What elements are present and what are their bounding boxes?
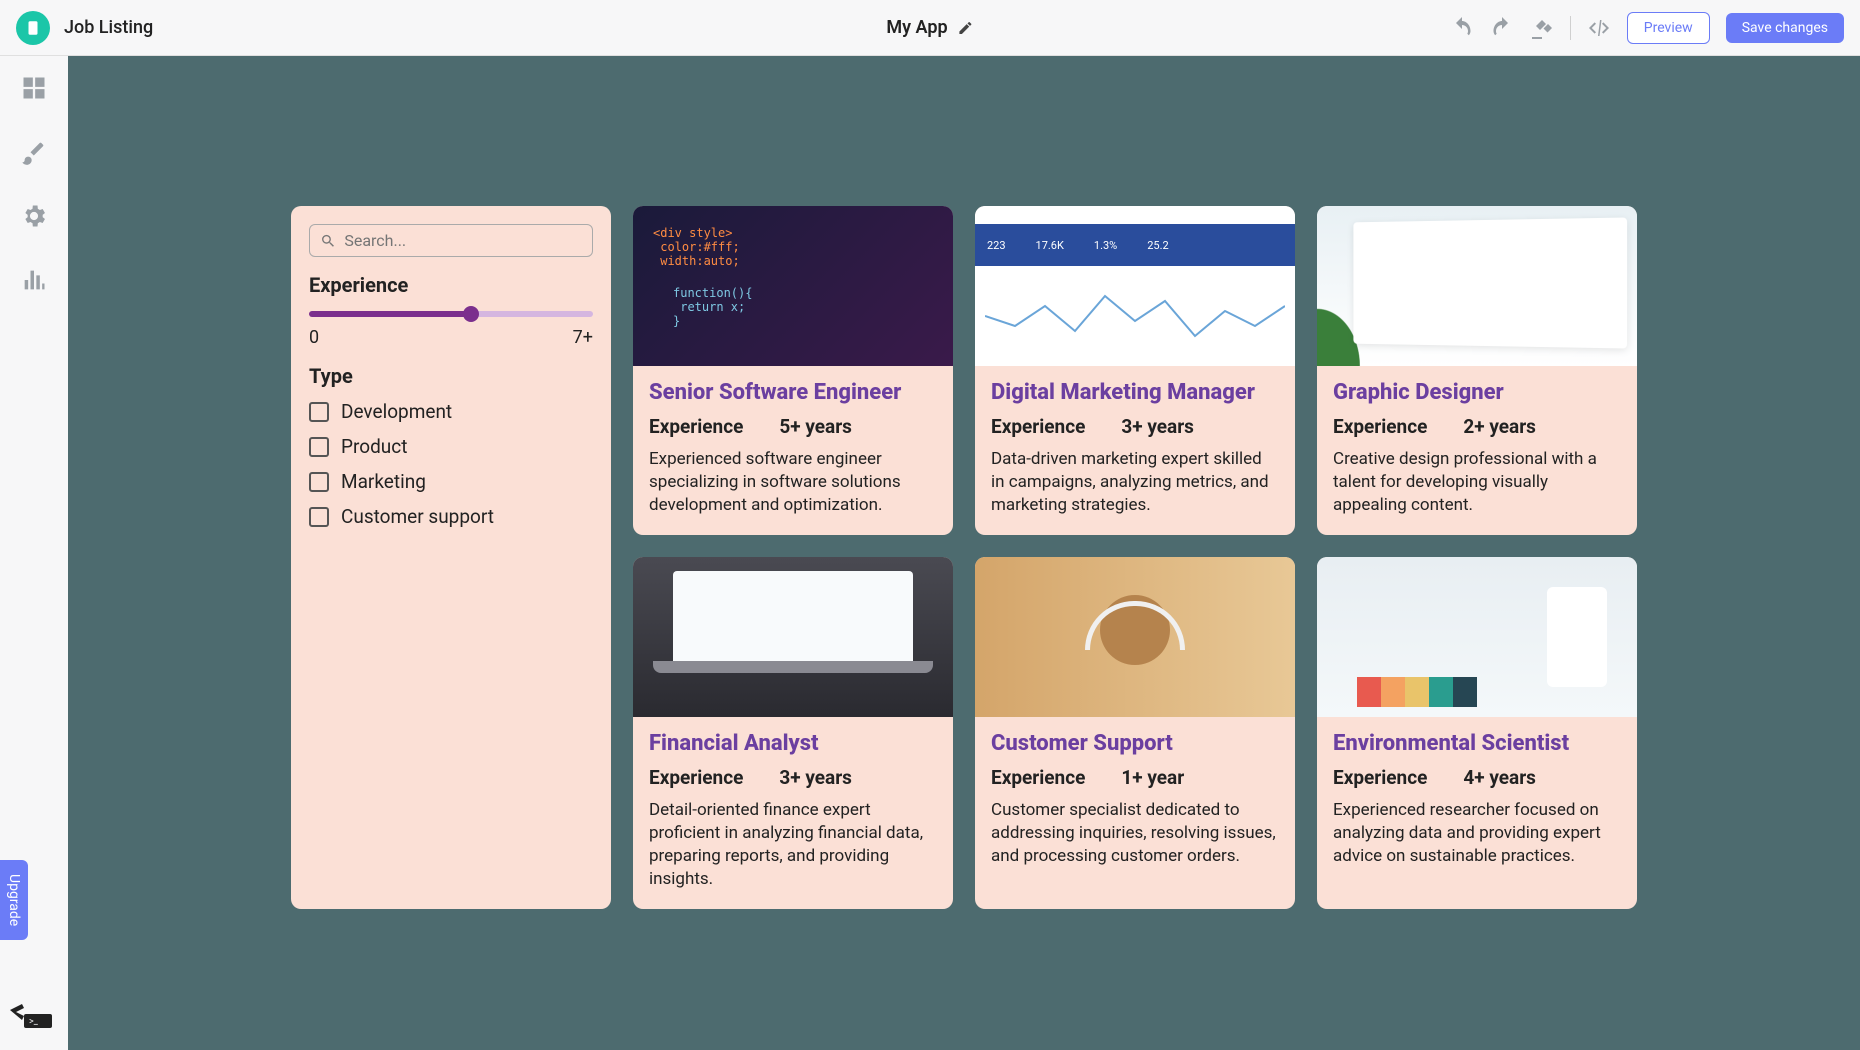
card-description: Data-driven marketing expert skilled in … — [991, 448, 1279, 517]
checkbox-label: Development — [341, 400, 452, 423]
job-card[interactable]: Senior Software Engineer Experience 5+ y… — [633, 206, 953, 535]
experience-value: 3+ years — [1121, 415, 1194, 438]
topbar: Job Listing My App Preview Save changes — [0, 0, 1860, 56]
card-description: Experienced software engineer specializi… — [649, 448, 937, 517]
experience-label: Experience — [991, 766, 1085, 789]
card-body: Financial Analyst Experience 3+ years De… — [633, 717, 953, 909]
checkbox-box[interactable] — [309, 402, 329, 422]
card-body: Customer Support Experience 1+ year Cust… — [975, 717, 1295, 886]
type-checkbox-row[interactable]: Development — [309, 400, 593, 423]
type-checkbox-row[interactable]: Marketing — [309, 470, 593, 493]
experience-value: 4+ years — [1463, 766, 1536, 789]
chart-icon[interactable] — [20, 266, 48, 294]
card-description: Experienced researcher focused on analyz… — [1333, 799, 1621, 868]
experience-value: 2+ years — [1463, 415, 1536, 438]
checkbox-box[interactable] — [309, 507, 329, 527]
job-card[interactable]: Financial Analyst Experience 3+ years De… — [633, 557, 953, 909]
gavel-icon[interactable] — [1530, 16, 1554, 40]
divider — [1570, 16, 1571, 40]
card-body: Senior Software Engineer Experience 5+ y… — [633, 366, 953, 535]
slider-min: 0 — [309, 327, 319, 348]
experience-value: 3+ years — [779, 766, 852, 789]
card-title: Customer Support — [991, 731, 1279, 756]
checkbox-box[interactable] — [309, 437, 329, 457]
experience-label: Experience — [1333, 766, 1427, 789]
edit-icon[interactable] — [958, 20, 974, 36]
search-box[interactable] — [309, 224, 593, 257]
board: Experience 0 7+ Type Development Product… — [291, 206, 1637, 909]
svg-text:>_: >_ — [29, 1017, 39, 1027]
checkbox-box[interactable] — [309, 472, 329, 492]
checkbox-label: Marketing — [341, 470, 426, 493]
card-title: Environmental Scientist — [1333, 731, 1621, 756]
card-body: Environmental Scientist Experience 4+ ye… — [1317, 717, 1637, 886]
card-image — [975, 557, 1295, 717]
type-heading: Type — [309, 364, 593, 388]
card-description: Detail-oriented finance expert proficien… — [649, 799, 937, 891]
card-image — [633, 206, 953, 366]
experience-value: 5+ years — [779, 415, 852, 438]
experience-row: Experience 3+ years — [991, 415, 1279, 438]
upgrade-button[interactable]: Upgrade — [0, 860, 28, 940]
preview-button[interactable]: Preview — [1627, 12, 1710, 44]
page-title: Job Listing — [64, 17, 153, 38]
canvas: Experience 0 7+ Type Development Product… — [68, 56, 1860, 1050]
card-image — [1317, 557, 1637, 717]
experience-heading: Experience — [309, 273, 593, 297]
filter-panel: Experience 0 7+ Type Development Product… — [291, 206, 611, 909]
search-icon — [320, 232, 336, 250]
experience-label: Experience — [649, 415, 743, 438]
topbar-actions: Preview Save changes — [1450, 12, 1844, 44]
experience-row: Experience 4+ years — [1333, 766, 1621, 789]
card-title: Graphic Designer — [1333, 380, 1621, 405]
cards-grid: Senior Software Engineer Experience 5+ y… — [633, 206, 1637, 909]
app-name-wrap: My App — [886, 17, 973, 38]
card-title: Senior Software Engineer — [649, 380, 937, 405]
brand-logo[interactable] — [16, 11, 50, 45]
undo-icon[interactable] — [1450, 16, 1474, 40]
experience-row: Experience 5+ years — [649, 415, 937, 438]
code-icon[interactable] — [1587, 16, 1611, 40]
slider-thumb[interactable] — [463, 306, 479, 322]
card-body: Digital Marketing Manager Experience 3+ … — [975, 366, 1295, 535]
gear-icon[interactable] — [20, 202, 48, 230]
checkbox-label: Product — [341, 435, 407, 458]
checkbox-label: Customer support — [341, 505, 494, 528]
job-card[interactable]: Customer Support Experience 1+ year Cust… — [975, 557, 1295, 909]
card-image — [1317, 206, 1637, 366]
card-description: Creative design professional with a tale… — [1333, 448, 1621, 517]
save-button[interactable]: Save changes — [1726, 13, 1844, 43]
card-title: Financial Analyst — [649, 731, 937, 756]
app-name: My App — [886, 17, 947, 38]
experience-row: Experience 3+ years — [649, 766, 937, 789]
redo-icon[interactable] — [1490, 16, 1514, 40]
card-body: Graphic Designer Experience 2+ years Cre… — [1317, 366, 1637, 535]
experience-slider[interactable]: 0 7+ — [309, 311, 593, 348]
type-checkbox-row[interactable]: Product — [309, 435, 593, 458]
card-description: Customer specialist dedicated to address… — [991, 799, 1279, 868]
search-input[interactable] — [344, 231, 582, 250]
brush-icon[interactable] — [20, 138, 48, 166]
experience-value: 1+ year — [1121, 766, 1184, 789]
experience-label: Experience — [991, 415, 1085, 438]
job-card[interactable]: 22317.6K1.3%25.2 Digital Marketing Manag… — [975, 206, 1295, 535]
grid-icon[interactable] — [20, 74, 48, 102]
job-card[interactable]: Environmental Scientist Experience 4+ ye… — [1317, 557, 1637, 909]
job-card[interactable]: Graphic Designer Experience 2+ years Cre… — [1317, 206, 1637, 535]
slider-max: 7+ — [573, 327, 593, 348]
card-image — [633, 557, 953, 717]
card-image: 22317.6K1.3%25.2 — [975, 206, 1295, 366]
terminal-icon[interactable]: >_ — [10, 1004, 52, 1028]
type-checkbox-row[interactable]: Customer support — [309, 505, 593, 528]
experience-row: Experience 2+ years — [1333, 415, 1621, 438]
experience-label: Experience — [1333, 415, 1427, 438]
experience-label: Experience — [649, 766, 743, 789]
experience-row: Experience 1+ year — [991, 766, 1279, 789]
card-title: Digital Marketing Manager — [991, 380, 1279, 405]
